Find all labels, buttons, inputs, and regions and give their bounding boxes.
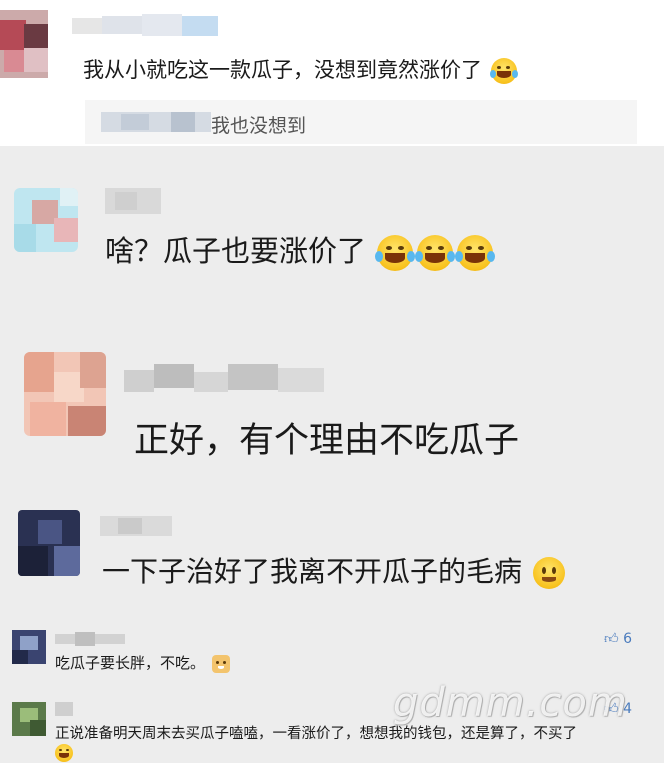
reply-username xyxy=(101,112,211,132)
laughing-emoji-icon xyxy=(375,235,416,271)
comment-text: 我从小就吃这一款瓜子，没想到竟然涨价了 xyxy=(83,54,518,84)
comment-1: 我从小就吃这一款瓜子，没想到竟然涨价了 我也没想到 xyxy=(0,0,664,146)
smiling-emoji-icon xyxy=(532,557,565,589)
username[interactable] xyxy=(55,702,73,716)
comment-text: 正好，有个理由不吃瓜子 xyxy=(134,421,520,461)
like-button[interactable]: 👍︎ 6 xyxy=(604,630,632,647)
avatar[interactable] xyxy=(12,702,46,736)
like-count: 6 xyxy=(623,631,633,647)
reply-box[interactable]: 我也没想到 xyxy=(85,100,637,144)
reply-text: 我也没想到 xyxy=(211,115,307,137)
comment-text-label: 我从小就吃这一款瓜子，没想到竟然涨价了 xyxy=(83,58,482,82)
comment-3: 正好，有个理由不吃瓜子 xyxy=(0,340,664,500)
avatar[interactable] xyxy=(18,510,80,576)
comment-2: 啥？瓜子也要涨价了 xyxy=(0,146,664,326)
avatar[interactable] xyxy=(12,630,46,664)
avatar[interactable] xyxy=(0,10,48,78)
comment-5: 吃瓜子要长胖，不吃。 👍︎ 6 xyxy=(0,618,664,680)
laughing-emoji-icon xyxy=(55,743,73,762)
avatar[interactable] xyxy=(24,352,106,436)
username[interactable] xyxy=(72,14,218,38)
comment-text: 一下子治好了我离不开瓜子的毛病 xyxy=(102,550,565,590)
comment-text: 啥？瓜子也要涨价了 xyxy=(105,228,496,271)
comment-text-label: 吃瓜子要长胖，不吃。 xyxy=(55,654,206,672)
username[interactable] xyxy=(100,514,172,538)
username[interactable] xyxy=(55,632,125,646)
laughing-emoji-icon xyxy=(415,235,456,271)
laughing-emoji-icon xyxy=(489,58,518,84)
username[interactable] xyxy=(105,188,161,214)
doge-emoji-icon xyxy=(211,654,230,673)
avatar[interactable] xyxy=(14,188,78,252)
laughing-emoji-icon xyxy=(455,235,496,271)
comment-4: 一下子治好了我离不开瓜子的毛病 xyxy=(0,500,664,610)
comment-text: 吃瓜子要长胖，不吃。 xyxy=(55,652,230,673)
watermark: gdmm.com xyxy=(393,680,628,726)
thumbs-up-icon: 👍︎ xyxy=(604,631,619,647)
comment-text-label: 啥？瓜子也要涨价了 xyxy=(105,234,367,268)
username[interactable] xyxy=(124,354,324,394)
comment-text-label: 一下子治好了我离不开瓜子的毛病 xyxy=(102,555,523,588)
